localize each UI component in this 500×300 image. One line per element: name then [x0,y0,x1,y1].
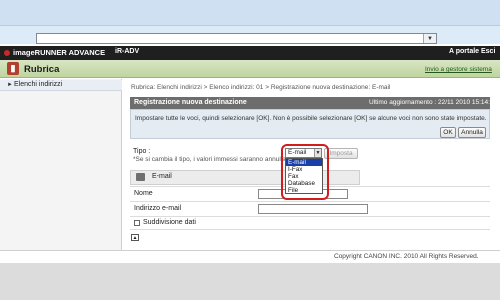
panel-title: Registrazione nuova destinazione [134,99,247,106]
highlight-annotation [281,144,329,200]
subdivision-label: Suddivisione dati [143,219,196,226]
sidebar-item-label[interactable]: Elenchi indirizzi [14,81,62,88]
divider [130,229,490,230]
chevron-right-icon: ► [7,82,13,88]
address-bar[interactable] [36,33,437,44]
sidebar [0,79,122,250]
info-message: Impostare tutte le voci, quindi selezion… [135,115,487,122]
portal-link[interactable]: A portale [449,48,479,55]
name-label: Nome [134,190,153,197]
divider [130,216,490,217]
scroll-to-top-icon[interactable]: ▲ [131,234,139,241]
address-dropdown-button[interactable]: ▼ [423,34,436,43]
device-name: iR-ADV [115,48,140,55]
page-bottom [0,263,500,300]
browser-titlebar [0,0,500,26]
envelope-icon [136,173,145,181]
type-label: Tipo : [133,148,151,155]
exit-link[interactable]: Esci [481,48,495,55]
subdivision-checkbox[interactable] [134,220,140,226]
chevron-down-icon: ▼ [427,35,433,42]
last-update-text: Ultimo aggiornamento : 22/11 2010 15:14:… [369,99,498,106]
email-input[interactable] [258,204,368,214]
breadcrumb: Rubrica: Elenchi indirizzi > Elenco indi… [131,84,391,91]
address-book-icon: ▮ [7,62,19,75]
divider [130,201,490,202]
email-label: Indirizzo e-mail [134,205,182,212]
type-note: *Se si cambia il tipo, i valori immessi … [133,156,291,163]
section-label: E-mail [152,173,172,180]
app-title: Rubrica [24,64,60,75]
send-to-admin-link[interactable]: Invio a gestore sistema [425,66,492,73]
canon-logo-icon [4,50,10,56]
copyright-text: Copyright CANON INC. 2010 All Rights Res… [334,253,479,260]
info-box [130,109,490,139]
brand-name: imageRUNNER ADVANCE [13,48,106,57]
ok-button[interactable]: OK [440,127,456,138]
set-button[interactable]: Imposta [324,148,358,159]
footer-divider [0,250,500,251]
cancel-button[interactable]: Annulla [458,127,486,138]
